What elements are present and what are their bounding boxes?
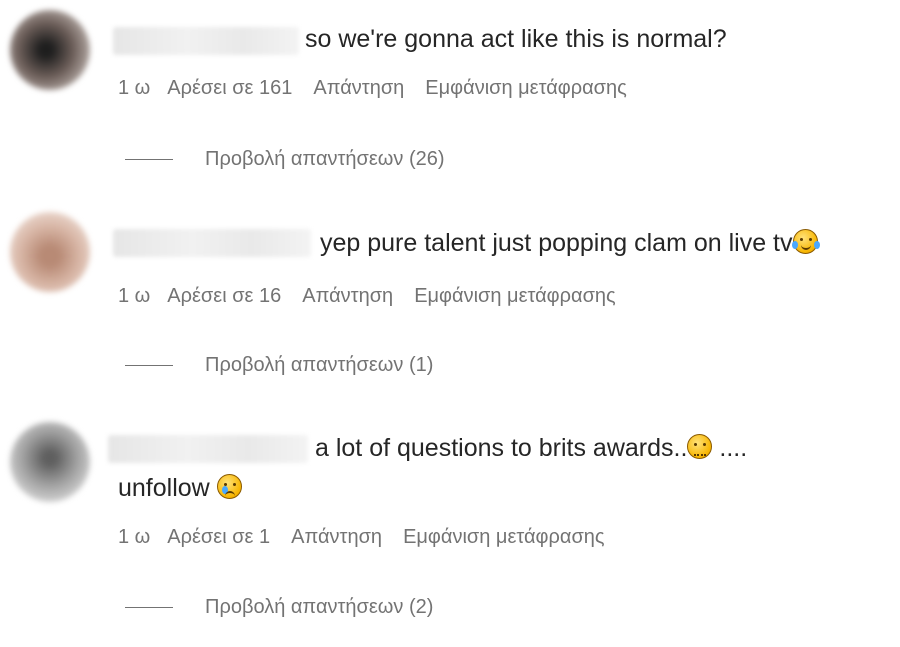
reply-button[interactable]: Απάντηση	[313, 77, 404, 99]
likes-count[interactable]: Αρέσει σε 1	[167, 526, 270, 548]
username-blurred[interactable]	[113, 27, 299, 55]
comment-body: so we're gonna act like this is normal?	[305, 25, 727, 53]
crying-face-emoji-icon	[216, 474, 242, 499]
view-replies-label[interactable]: Προβολή απαντήσεων (26)	[205, 148, 445, 170]
comment-body-tail: ....	[719, 434, 748, 462]
likes-count[interactable]: Αρέσει σε 161	[167, 77, 292, 99]
comment-text: so we're gonna act like this is normal?	[305, 23, 727, 55]
translate-button[interactable]: Εμφάνιση μετάφρασης	[425, 77, 627, 99]
translate-button[interactable]: Εμφάνιση μετάφρασης	[414, 285, 616, 307]
likes-count[interactable]: Αρέσει σε 16	[167, 285, 281, 307]
comment-time: 1 ω	[118, 285, 151, 307]
comment-text: yep pure talent just popping clam on liv…	[320, 227, 820, 259]
comment-meta: 1 ω Αρέσει σε 161 Απάντηση Εμφάνιση μετάφρα…	[118, 75, 648, 101]
divider-line	[125, 365, 173, 367]
view-replies-label[interactable]: Προβολή απαντήσεων (2)	[205, 596, 433, 618]
translate-button[interactable]: Εμφάνιση μετάφρασης	[403, 526, 605, 548]
comment-meta: 1 ω Αρέσει σε 16 Απάντηση Εμφάνιση μετάφρασ…	[118, 283, 637, 309]
reply-button[interactable]: Απάντηση	[291, 526, 382, 548]
username-blurred[interactable]	[108, 435, 308, 463]
comment-body: yep pure talent just popping clam on liv…	[320, 229, 793, 257]
avatar[interactable]	[10, 10, 90, 90]
comment-body-line2: unfollow	[118, 474, 210, 502]
view-replies-label[interactable]: Προβολή απαντήσεων (1)	[205, 354, 433, 376]
divider-line	[125, 607, 173, 609]
view-replies-button[interactable]: Προβολή απαντήσεων (1)	[125, 352, 433, 378]
divider-line	[125, 159, 173, 161]
comment-text-line2: unfollow	[118, 472, 242, 504]
comment-text: a lot of questions to brits awards.. ...…	[315, 432, 747, 464]
avatar[interactable]	[10, 212, 90, 292]
reply-button[interactable]: Απάντηση	[302, 285, 393, 307]
comment-time: 1 ω	[118, 77, 151, 99]
laughing-tears-emoji-icon	[791, 229, 820, 254]
view-replies-button[interactable]: Προβολή απαντήσεων (2)	[125, 594, 433, 620]
comment-body: a lot of questions to brits awards..	[315, 434, 688, 462]
woozy-face-emoji-icon	[687, 434, 713, 459]
comment-time: 1 ω	[118, 526, 151, 548]
avatar[interactable]	[10, 422, 90, 502]
username-blurred[interactable]	[113, 229, 311, 257]
view-replies-button[interactable]: Προβολή απαντήσεων (26)	[125, 146, 445, 172]
comment-meta: 1 ω Αρέσει σε 1 Απάντηση Εμφάνιση μετάφραση…	[118, 524, 626, 550]
